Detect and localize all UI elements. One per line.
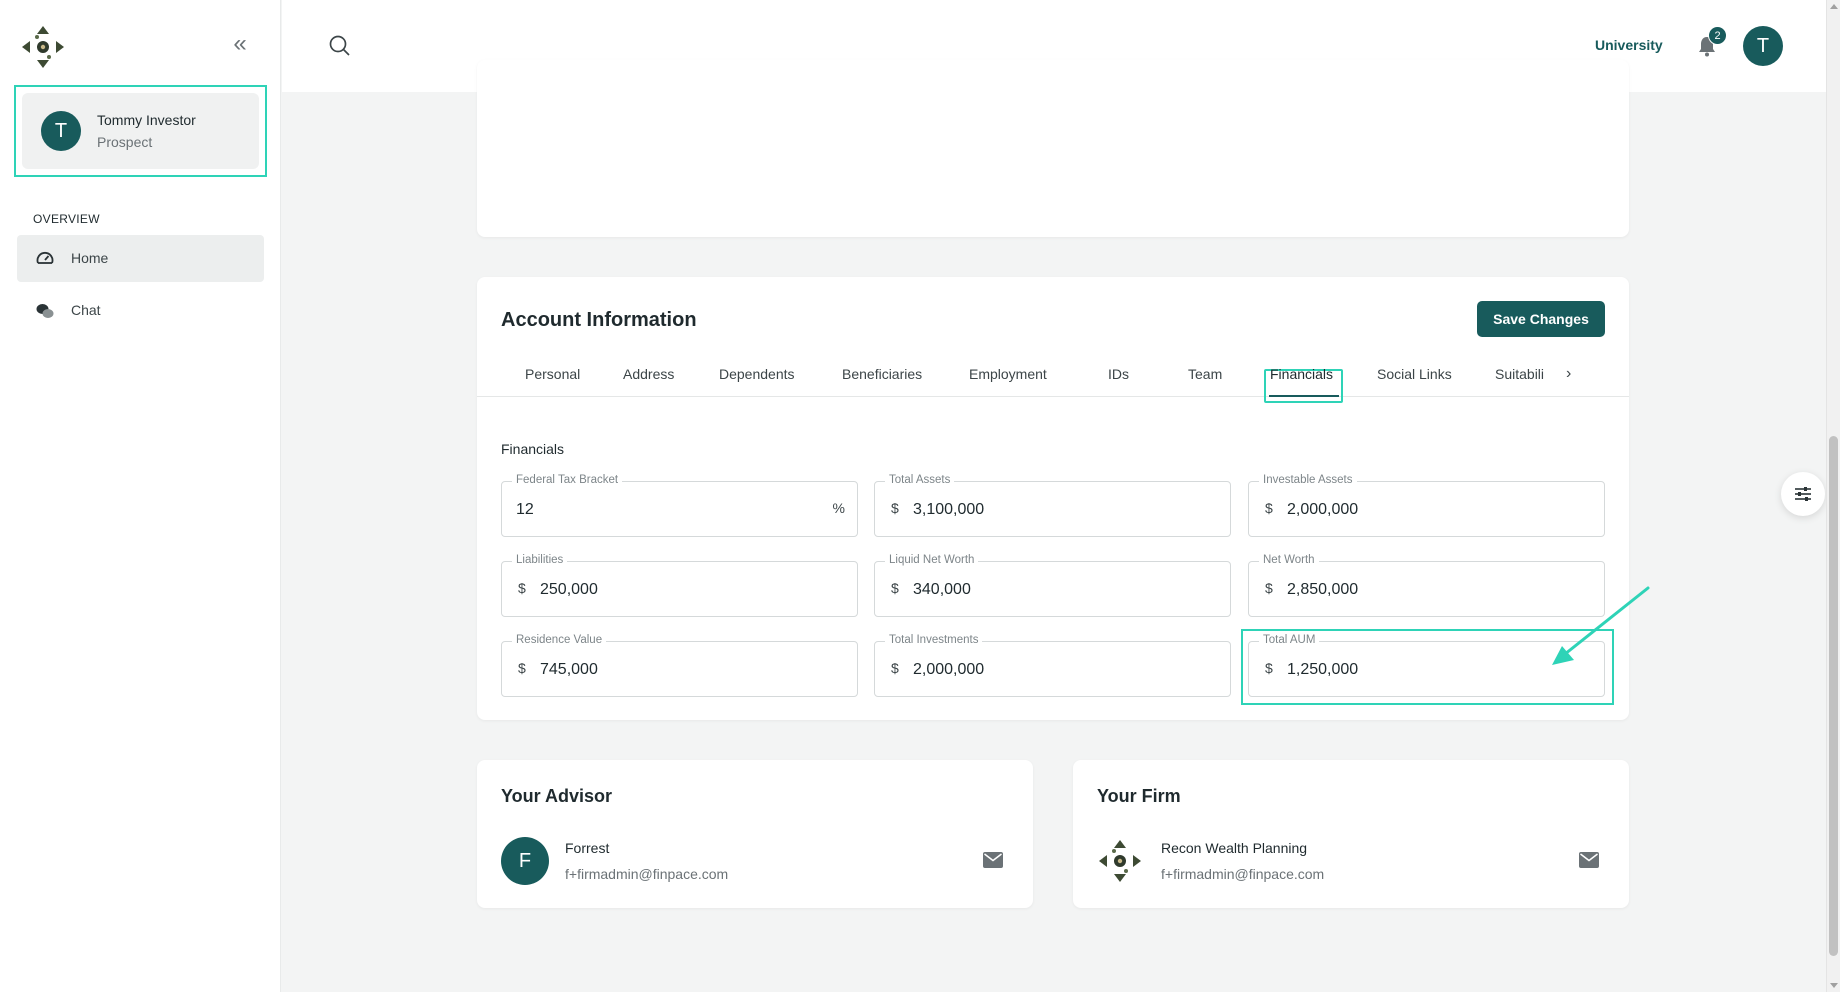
advisor-email: f+firmadmin@finpace.com bbox=[565, 866, 729, 882]
save-changes-button[interactable]: Save Changes bbox=[1477, 301, 1605, 337]
residence-value-input[interactable] bbox=[540, 658, 820, 682]
investable-assets-field[interactable]: Investable Assets $ bbox=[1248, 474, 1605, 537]
annotation-arrow-icon bbox=[1552, 586, 1650, 665]
active-tab-underline bbox=[1269, 395, 1339, 397]
dollar-prefix: $ bbox=[891, 500, 899, 516]
sidebar-item-label: Home bbox=[71, 250, 109, 266]
dollar-prefix: $ bbox=[518, 660, 526, 676]
tab-social-links[interactable]: Social Links bbox=[1377, 359, 1452, 396]
percent-suffix: % bbox=[832, 500, 845, 516]
total-investments-field[interactable]: Total Investments $ bbox=[874, 634, 1231, 697]
tab-employment[interactable]: Employment bbox=[969, 359, 1047, 396]
account-information-title: Account Information bbox=[501, 309, 697, 331]
tab-financials[interactable]: Financials bbox=[1270, 359, 1333, 396]
tab-beneficiaries[interactable]: Beneficiaries bbox=[842, 359, 922, 396]
your-firm-card: Your Firm Recon Wealth Planning f+firmad… bbox=[1073, 760, 1629, 908]
dollar-prefix: $ bbox=[891, 660, 899, 676]
liquid-net-worth-field[interactable]: Liquid Net Worth $ bbox=[874, 554, 1231, 617]
user-name: Tommy Investor bbox=[97, 112, 196, 128]
account-tabs: Personal Address Dependents Beneficiarie… bbox=[477, 359, 1629, 403]
compass-arrows-logo-icon[interactable] bbox=[20, 24, 66, 70]
firm-name: Recon Wealth Planning bbox=[1161, 840, 1308, 856]
field-label: Federal Tax Bracket bbox=[512, 474, 623, 486]
federal-tax-bracket-input[interactable] bbox=[516, 498, 796, 522]
field-label: Investable Assets bbox=[1259, 474, 1357, 486]
tab-suitability[interactable]: Suitabili bbox=[1495, 359, 1557, 396]
firm-logo-icon bbox=[1099, 840, 1141, 882]
advisor-name: Forrest bbox=[565, 840, 610, 856]
firm-email: f+firmadmin@finpace.com bbox=[1161, 866, 1325, 882]
net-worth-input[interactable] bbox=[1287, 578, 1567, 602]
scrollbar-thumb[interactable] bbox=[1829, 436, 1838, 956]
total-investments-input[interactable] bbox=[913, 658, 1193, 682]
your-advisor-title: Your Advisor bbox=[501, 786, 613, 806]
top-card bbox=[477, 60, 1629, 237]
tab-dependents[interactable]: Dependents bbox=[719, 359, 795, 396]
sidebar: « T Tommy Investor Prospect OVERVIEW Hom… bbox=[0, 0, 281, 992]
search-icon[interactable] bbox=[328, 34, 352, 58]
avatar: F bbox=[501, 837, 549, 885]
dollar-prefix: $ bbox=[1265, 500, 1273, 516]
financials-section-label: Financials bbox=[501, 441, 565, 457]
mail-icon[interactable] bbox=[983, 852, 1003, 868]
chevron-right-icon[interactable]: › bbox=[1566, 359, 1582, 389]
investable-assets-input[interactable] bbox=[1287, 498, 1567, 522]
field-label: Liquid Net Worth bbox=[885, 554, 979, 566]
tab-ids[interactable]: IDs bbox=[1108, 359, 1129, 396]
liquid-net-worth-input[interactable] bbox=[913, 578, 1193, 602]
user-role: Prospect bbox=[97, 134, 153, 150]
field-label: Liabilities bbox=[512, 554, 568, 566]
filter-settings-button[interactable] bbox=[1781, 472, 1825, 516]
mail-icon[interactable] bbox=[1579, 852, 1599, 868]
field-label: Residence Value bbox=[512, 634, 607, 646]
page-scrollbar[interactable] bbox=[1826, 0, 1840, 992]
dollar-prefix: $ bbox=[1265, 580, 1273, 596]
account-avatar[interactable]: T bbox=[1743, 26, 1783, 66]
overview-section-label: OVERVIEW bbox=[33, 212, 100, 226]
notification-count-badge: 2 bbox=[1708, 26, 1727, 45]
tab-address[interactable]: Address bbox=[623, 359, 674, 396]
dollar-prefix: $ bbox=[518, 580, 526, 596]
liabilities-field[interactable]: Liabilities $ bbox=[501, 554, 858, 617]
federal-tax-bracket-field[interactable]: Federal Tax Bracket % bbox=[501, 474, 858, 537]
tab-personal[interactable]: Personal bbox=[525, 359, 580, 396]
scroll-down-arrow-icon[interactable] bbox=[1830, 983, 1838, 988]
total-assets-input[interactable] bbox=[913, 498, 1193, 522]
field-label: Net Worth bbox=[1259, 554, 1319, 566]
user-profile-card[interactable]: T Tommy Investor Prospect bbox=[22, 93, 259, 169]
sidebar-item-label: Chat bbox=[71, 302, 101, 318]
sidebar-item-chat[interactable]: Chat bbox=[17, 287, 264, 334]
residence-value-field[interactable]: Residence Value $ bbox=[501, 634, 858, 697]
university-link[interactable]: University bbox=[1595, 37, 1663, 53]
total-assets-field[interactable]: Total Assets $ bbox=[874, 474, 1231, 537]
collapse-sidebar-icon[interactable]: « bbox=[228, 32, 252, 58]
sidebar-item-home[interactable]: Home bbox=[17, 235, 264, 282]
sliders-icon bbox=[1795, 487, 1811, 501]
liabilities-input[interactable] bbox=[540, 578, 820, 602]
your-advisor-card: Your Advisor F Forrest f+firmadmin@finpa… bbox=[477, 760, 1033, 908]
field-label: Total Assets bbox=[885, 474, 955, 486]
avatar: T bbox=[41, 111, 81, 151]
dashboard-gauge-icon bbox=[36, 251, 54, 264]
scroll-up-arrow-icon[interactable] bbox=[1830, 4, 1838, 9]
chat-bubbles-icon bbox=[36, 304, 54, 318]
your-firm-title: Your Firm bbox=[1097, 786, 1181, 806]
faded-element bbox=[1464, 14, 1574, 46]
field-label: Total Investments bbox=[885, 634, 983, 646]
dollar-prefix: $ bbox=[891, 580, 899, 596]
tab-team[interactable]: Team bbox=[1188, 359, 1222, 396]
